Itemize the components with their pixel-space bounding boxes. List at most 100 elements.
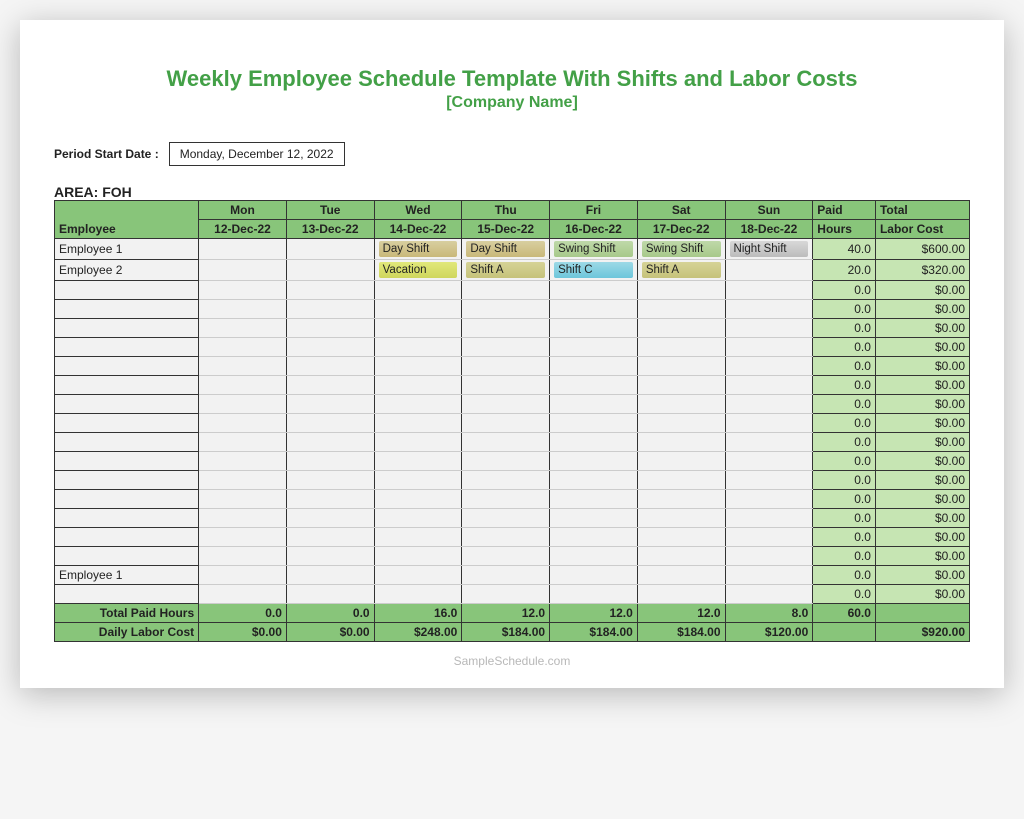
shift-cell[interactable]: Shift C xyxy=(550,260,638,281)
shift-cell[interactable] xyxy=(550,433,638,452)
shift-cell[interactable] xyxy=(725,547,813,566)
shift-cell[interactable] xyxy=(462,395,550,414)
shift-cell[interactable] xyxy=(199,357,287,376)
shift-cell[interactable] xyxy=(637,566,725,585)
shift-cell[interactable] xyxy=(462,357,550,376)
shift-cell[interactable] xyxy=(550,338,638,357)
shift-cell[interactable] xyxy=(725,490,813,509)
employee-cell[interactable]: Employee 1 xyxy=(55,566,199,585)
employee-cell[interactable] xyxy=(55,509,199,528)
shift-cell[interactable] xyxy=(637,471,725,490)
shift-cell[interactable]: Swing Shift xyxy=(637,239,725,260)
employee-cell[interactable] xyxy=(55,547,199,566)
shift-cell[interactable] xyxy=(286,509,374,528)
shift-cell[interactable] xyxy=(286,433,374,452)
shift-cell[interactable] xyxy=(199,239,287,260)
employee-cell[interactable]: Employee 1 xyxy=(55,239,199,260)
shift-cell[interactable] xyxy=(286,300,374,319)
shift-cell[interactable] xyxy=(462,490,550,509)
shift-cell[interactable] xyxy=(374,281,462,300)
shift-cell[interactable] xyxy=(725,319,813,338)
shift-cell[interactable] xyxy=(637,300,725,319)
shift-cell[interactable] xyxy=(637,357,725,376)
shift-cell[interactable] xyxy=(462,452,550,471)
shift-cell[interactable] xyxy=(286,239,374,260)
shift-cell[interactable] xyxy=(462,319,550,338)
employee-cell[interactable] xyxy=(55,585,199,604)
shift-cell[interactable]: Swing Shift xyxy=(550,239,638,260)
shift-cell[interactable] xyxy=(637,528,725,547)
shift-cell[interactable] xyxy=(637,433,725,452)
shift-cell[interactable] xyxy=(550,471,638,490)
shift-cell[interactable] xyxy=(286,528,374,547)
shift-cell[interactable] xyxy=(286,452,374,471)
employee-cell[interactable] xyxy=(55,452,199,471)
shift-cell[interactable] xyxy=(725,471,813,490)
shift-cell[interactable] xyxy=(374,395,462,414)
shift-cell[interactable] xyxy=(374,433,462,452)
shift-cell[interactable] xyxy=(725,395,813,414)
shift-cell[interactable] xyxy=(199,547,287,566)
shift-cell[interactable] xyxy=(637,509,725,528)
employee-cell[interactable] xyxy=(55,433,199,452)
shift-cell[interactable] xyxy=(725,338,813,357)
shift-cell[interactable] xyxy=(374,376,462,395)
employee-cell[interactable] xyxy=(55,357,199,376)
shift-cell[interactable] xyxy=(462,300,550,319)
shift-cell[interactable] xyxy=(462,338,550,357)
employee-cell[interactable] xyxy=(55,338,199,357)
shift-cell[interactable] xyxy=(550,357,638,376)
shift-cell[interactable] xyxy=(199,260,287,281)
period-start-date[interactable]: Monday, December 12, 2022 xyxy=(169,142,345,166)
shift-cell[interactable] xyxy=(199,300,287,319)
shift-cell[interactable] xyxy=(286,395,374,414)
shift-cell[interactable] xyxy=(199,585,287,604)
shift-cell[interactable] xyxy=(374,338,462,357)
employee-cell[interactable] xyxy=(55,471,199,490)
shift-cell[interactable]: Day Shift xyxy=(462,239,550,260)
shift-cell[interactable] xyxy=(374,509,462,528)
shift-cell[interactable] xyxy=(550,490,638,509)
shift-cell[interactable] xyxy=(286,547,374,566)
shift-cell[interactable] xyxy=(286,471,374,490)
shift-cell[interactable] xyxy=(374,300,462,319)
shift-cell[interactable] xyxy=(374,547,462,566)
shift-cell[interactable] xyxy=(462,281,550,300)
shift-cell[interactable] xyxy=(462,414,550,433)
shift-cell[interactable] xyxy=(286,357,374,376)
employee-cell[interactable] xyxy=(55,490,199,509)
shift-cell[interactable] xyxy=(286,490,374,509)
shift-cell[interactable] xyxy=(637,547,725,566)
employee-cell[interactable] xyxy=(55,281,199,300)
employee-cell[interactable] xyxy=(55,376,199,395)
shift-cell[interactable] xyxy=(550,414,638,433)
shift-cell[interactable] xyxy=(637,338,725,357)
shift-cell[interactable] xyxy=(725,281,813,300)
shift-cell[interactable] xyxy=(462,509,550,528)
shift-cell[interactable] xyxy=(725,566,813,585)
shift-cell[interactable]: Day Shift xyxy=(374,239,462,260)
shift-cell[interactable] xyxy=(462,547,550,566)
shift-cell[interactable] xyxy=(725,376,813,395)
shift-cell[interactable] xyxy=(199,395,287,414)
shift-cell[interactable] xyxy=(725,433,813,452)
shift-cell[interactable] xyxy=(550,319,638,338)
shift-cell[interactable] xyxy=(637,395,725,414)
shift-cell[interactable] xyxy=(199,566,287,585)
shift-cell[interactable] xyxy=(374,566,462,585)
shift-cell[interactable] xyxy=(462,376,550,395)
shift-cell[interactable] xyxy=(637,414,725,433)
shift-cell[interactable] xyxy=(199,319,287,338)
shift-cell[interactable] xyxy=(462,585,550,604)
shift-cell[interactable] xyxy=(462,566,550,585)
shift-cell[interactable] xyxy=(550,300,638,319)
shift-cell[interactable] xyxy=(199,490,287,509)
shift-cell[interactable] xyxy=(462,471,550,490)
shift-cell[interactable] xyxy=(286,585,374,604)
shift-cell[interactable] xyxy=(286,281,374,300)
shift-cell[interactable] xyxy=(374,471,462,490)
shift-cell[interactable] xyxy=(286,260,374,281)
shift-cell[interactable] xyxy=(199,452,287,471)
employee-cell[interactable] xyxy=(55,395,199,414)
shift-cell[interactable] xyxy=(550,547,638,566)
